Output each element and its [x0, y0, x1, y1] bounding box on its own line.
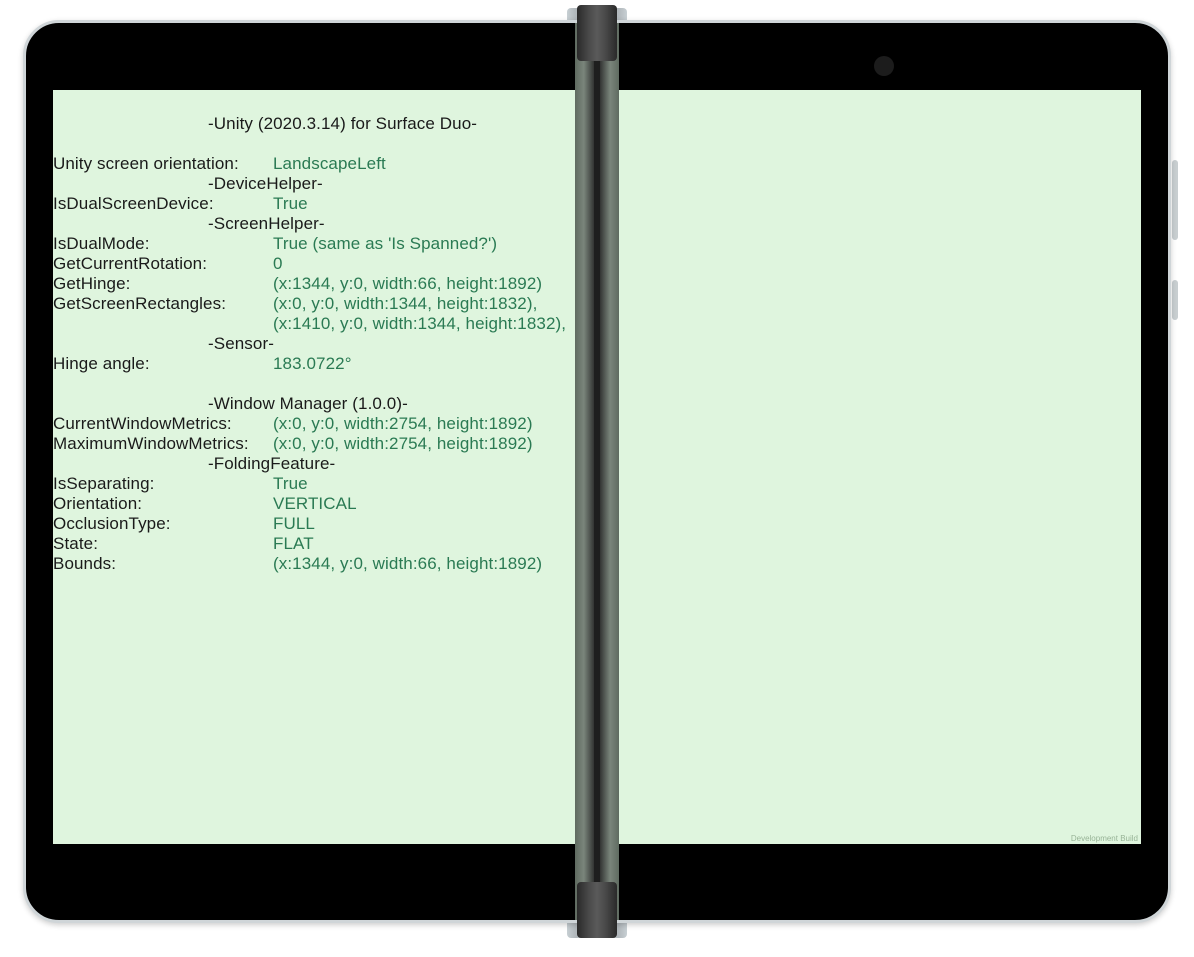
foldingfeature-header: -FoldingFeature-	[53, 454, 577, 474]
isseparating-row: IsSeparating: True	[53, 474, 577, 494]
devicehelper-header: -DeviceHelper-	[53, 174, 577, 194]
development-build-tag: Development Build	[1071, 834, 1138, 843]
ff-orientation-label: Orientation:	[53, 494, 273, 514]
getcurrentrotation-row: GetCurrentRotation: 0	[53, 254, 577, 274]
maximumwindowmetrics-value: (x:0, y:0, width:2754, height:1892)	[273, 434, 533, 454]
bounds-value: (x:1344, y:0, width:66, height:1892)	[273, 554, 542, 574]
hinge-center-bar	[594, 23, 600, 920]
getcurrentrotation-label: GetCurrentRotation:	[53, 254, 273, 274]
hingeangle-row: Hinge angle: 183.0722°	[53, 354, 577, 374]
isdualmode-row: IsDualMode: True (same as 'Is Spanned?')	[53, 234, 577, 254]
getscreenrectangles-label: GetScreenRectangles:	[53, 294, 273, 314]
hingeangle-value: 183.0722°	[273, 354, 352, 374]
getscreenrectangles-value1: (x:0, y:0, width:1344, height:1832),	[273, 294, 537, 314]
bounds-row: Bounds: (x:1344, y:0, width:66, height:1…	[53, 554, 577, 574]
gethinge-row: GetHinge: (x:1344, y:0, width:66, height…	[53, 274, 577, 294]
occlusiontype-label: OcclusionType:	[53, 514, 273, 534]
isdualscreen-row: IsDualScreenDevice: True	[53, 194, 577, 214]
right-screen: Development Build	[617, 90, 1141, 844]
camera-icon	[874, 56, 894, 76]
hingeangle-label: Hinge angle:	[53, 354, 273, 374]
currentwindowmetrics-row: CurrentWindowMetrics: (x:0, y:0, width:2…	[53, 414, 577, 434]
ff-orientation-row: Orientation: VERTICAL	[53, 494, 577, 514]
left-screen: -Unity (2020.3.14) for Surface Duo- Unit…	[53, 90, 577, 844]
side-button-volume[interactable]	[1172, 160, 1178, 240]
sensor-header: -Sensor-	[53, 334, 577, 354]
state-label: State:	[53, 534, 273, 554]
isseparating-value: True	[273, 474, 308, 494]
maximumwindowmetrics-row: MaximumWindowMetrics: (x:0, y:0, width:2…	[53, 434, 577, 454]
ff-orientation-value: VERTICAL	[273, 494, 357, 514]
isdualmode-value: True (same as 'Is Spanned?')	[273, 234, 497, 254]
orientation-row: Unity screen orientation: LandscapeLeft	[53, 154, 577, 174]
currentwindowmetrics-value: (x:0, y:0, width:2754, height:1892)	[273, 414, 533, 434]
hinge-cap-top	[577, 5, 617, 61]
state-value: FLAT	[273, 534, 314, 554]
getcurrentrotation-value: 0	[273, 254, 283, 274]
orientation-value: LandscapeLeft	[273, 154, 386, 174]
occlusiontype-value: FULL	[273, 514, 315, 534]
app-title: -Unity (2020.3.14) for Surface Duo-	[53, 114, 577, 134]
isdualmode-label: IsDualMode:	[53, 234, 273, 254]
isseparating-label: IsSeparating:	[53, 474, 273, 494]
debug-info-panel: -Unity (2020.3.14) for Surface Duo- Unit…	[53, 90, 577, 574]
getscreenrectangles-value2: (x:1410, y:0, width:1344, height:1832),	[53, 314, 577, 334]
windowmanager-header: -Window Manager (1.0.0)-	[53, 394, 577, 414]
getscreenrectangles-row: GetScreenRectangles: (x:0, y:0, width:13…	[53, 294, 577, 314]
isdualscreen-value: True	[273, 194, 308, 214]
orientation-label: Unity screen orientation:	[53, 154, 273, 174]
currentwindowmetrics-label: CurrentWindowMetrics:	[53, 414, 273, 434]
gethinge-value: (x:1344, y:0, width:66, height:1892)	[273, 274, 542, 294]
gethinge-label: GetHinge:	[53, 274, 273, 294]
occlusiontype-row: OcclusionType: FULL	[53, 514, 577, 534]
maximumwindowmetrics-label: MaximumWindowMetrics:	[53, 434, 273, 454]
bounds-label: Bounds:	[53, 554, 273, 574]
state-row: State: FLAT	[53, 534, 577, 554]
side-button-power[interactable]	[1172, 280, 1178, 320]
isdualscreen-label: IsDualScreenDevice:	[53, 194, 273, 214]
hinge-cap-bottom	[577, 882, 617, 938]
screenhelper-header: -ScreenHelper-	[53, 214, 577, 234]
